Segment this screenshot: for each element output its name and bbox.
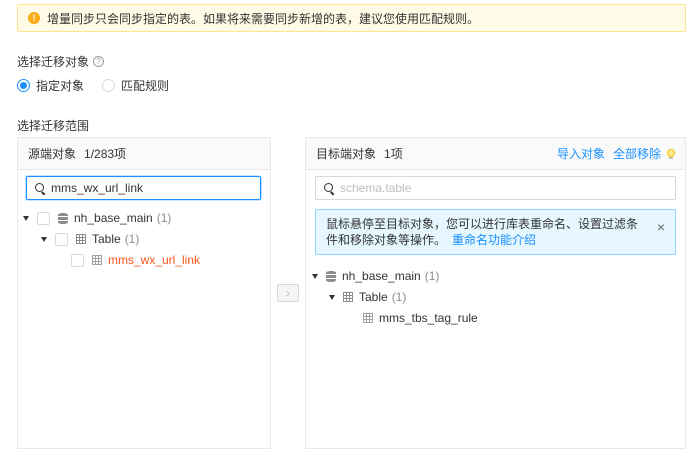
source-search-input[interactable] xyxy=(51,181,251,195)
source-panel-count: 1/283项 xyxy=(84,147,127,161)
rename-help-link[interactable]: 重命名功能介绍 xyxy=(452,233,536,247)
checkbox[interactable] xyxy=(71,253,84,267)
radio-specified-objects[interactable]: 指定对象 xyxy=(17,77,84,94)
search-icon xyxy=(324,182,335,194)
radio-match-rules[interactable]: 匹配规则 xyxy=(102,77,169,94)
radio-label: 指定对象 xyxy=(36,79,85,93)
tree-node-label: nh_base_main xyxy=(74,211,153,225)
caret-down-icon[interactable] xyxy=(329,294,335,300)
target-tree-node-table[interactable]: mms_tbs_tag_rule xyxy=(363,309,478,327)
table-icon xyxy=(92,255,102,265)
source-tree-node-database[interactable]: nh_base_main (1) xyxy=(23,209,171,227)
object-mode-radio-group: 指定对象 匹配规则 xyxy=(17,77,187,94)
source-tree-node-table[interactable]: mms_wx_url_link xyxy=(71,251,200,269)
tree-node-count: (1) xyxy=(424,269,440,283)
exclamation-circle-icon: ! xyxy=(28,12,40,24)
target-search-input[interactable] xyxy=(340,181,540,195)
target-tree-node-database[interactable]: nh_base_main (1) xyxy=(312,267,439,285)
target-panel-title: 目标端对象 xyxy=(316,147,377,161)
notice-text: 增量同步只会同步指定的表。如果将来需要同步新增的表，建议您使用匹配规则。 xyxy=(47,11,480,26)
tree-node-label: mms_wx_url_link xyxy=(108,253,201,267)
table-icon xyxy=(363,313,373,323)
warning-notice: ! 增量同步只会同步指定的表。如果将来需要同步新增的表，建议您使用匹配规则。 xyxy=(17,4,686,32)
source-search-box[interactable] xyxy=(26,176,261,200)
radio-checked-icon xyxy=(17,79,30,92)
source-panel-title: 源端对象 xyxy=(28,147,77,161)
rename-info-banner: 鼠标悬停至目标对象，您可以进行库表重命名、设置过滤条件和移除对象等操作。 重命名功… xyxy=(315,209,676,255)
source-panel-header: 源端对象 1/283项 xyxy=(18,138,270,170)
tree-node-count: (1) xyxy=(124,232,140,246)
checkbox[interactable] xyxy=(55,232,68,246)
radio-unchecked-icon xyxy=(102,79,116,92)
table-group-icon xyxy=(343,292,353,302)
database-icon xyxy=(58,212,68,224)
target-tree-node-table-group[interactable]: Table (1) xyxy=(329,288,406,306)
source-tree-node-table-group[interactable]: Table (1) xyxy=(41,230,139,248)
caret-down-icon[interactable] xyxy=(312,273,318,279)
checkbox[interactable] xyxy=(37,211,50,225)
import-objects-link[interactable]: 导入对象 xyxy=(557,145,605,162)
target-panel-count: 1项 xyxy=(384,147,403,161)
tree-node-label: mms_tbs_tag_rule xyxy=(379,311,478,325)
move-right-button[interactable]: › xyxy=(277,284,299,302)
caret-down-icon[interactable] xyxy=(23,215,29,221)
table-group-icon xyxy=(76,234,86,244)
close-icon[interactable]: × xyxy=(657,220,665,234)
tree-node-count: (1) xyxy=(156,211,172,225)
scope-section-label: 选择迁移范围 xyxy=(17,119,90,133)
tree-node-count: (1) xyxy=(391,290,407,304)
caret-down-icon[interactable] xyxy=(41,236,47,242)
tree-node-label: nh_base_main xyxy=(342,269,421,283)
help-icon[interactable]: ? xyxy=(93,56,105,68)
tree-node-label: Table xyxy=(92,232,121,246)
tree-node-label: Table xyxy=(359,290,388,304)
target-panel-actions: 导入对象 全部移除 xyxy=(549,145,675,162)
target-panel-header: 目标端对象 1项 导入对象 全部移除 xyxy=(306,138,685,170)
database-icon xyxy=(326,270,336,282)
object-section-title: 选择迁移对象 xyxy=(17,55,90,69)
search-icon xyxy=(35,182,46,194)
object-section-label: 选择迁移对象? xyxy=(17,53,105,70)
radio-label: 匹配规则 xyxy=(121,79,170,93)
target-search-box[interactable] xyxy=(315,176,676,200)
lightbulb-icon[interactable] xyxy=(667,148,675,159)
remove-all-link[interactable]: 全部移除 xyxy=(613,145,661,162)
